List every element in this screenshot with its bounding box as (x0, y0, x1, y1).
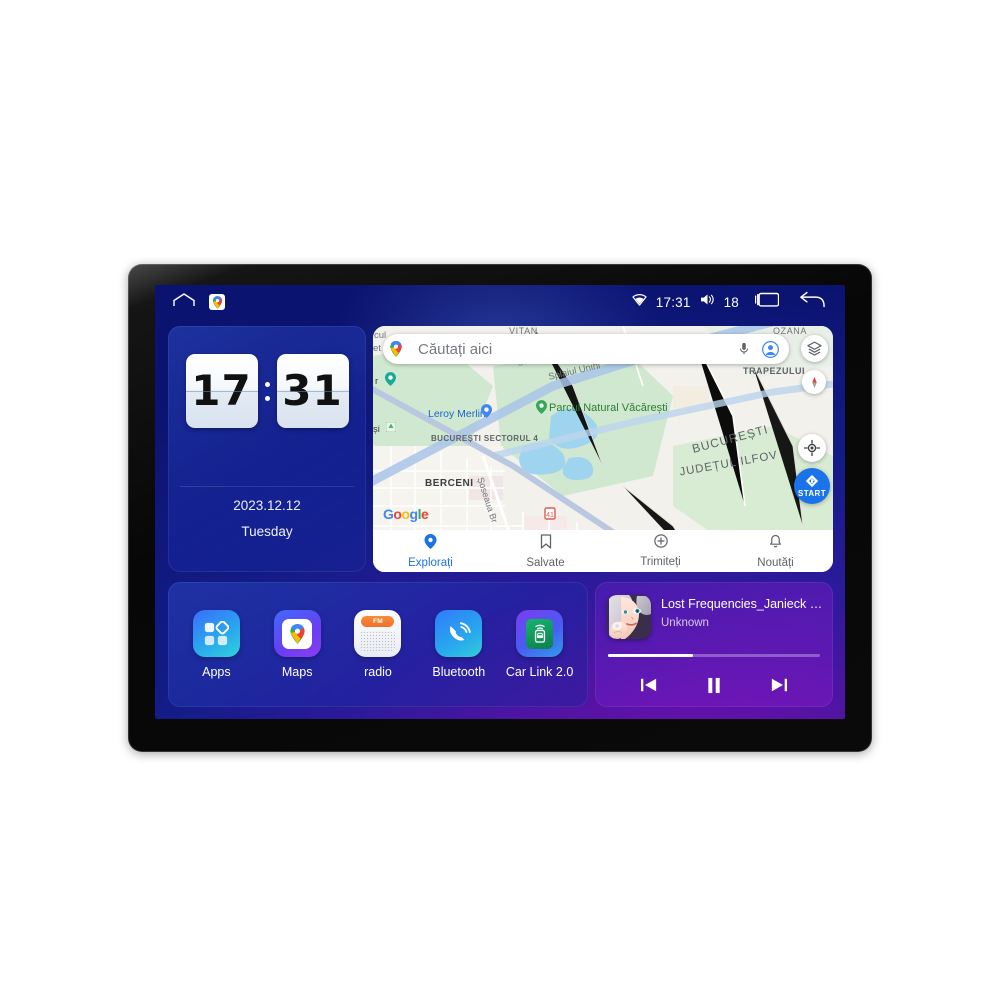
clock-hours-value: 17 (191, 366, 252, 415)
volume-level: 18 (723, 294, 739, 310)
touchscreen[interactable]: 17:31 18 17 31 2023.12.12 Tuesday 41 VIT… (155, 285, 845, 719)
dock-app-bluetooth[interactable]: Bluetooth (422, 610, 496, 679)
google-watermark: Google (383, 506, 429, 522)
media-player-widget[interactable]: Lost Frequencies_Janieck Devy-... Unknow… (595, 582, 833, 707)
layers-icon[interactable] (801, 335, 828, 362)
clock-minutes-value: 31 (282, 366, 343, 415)
album-art (607, 595, 651, 639)
map-nav-updates[interactable]: Noutăți (718, 534, 833, 569)
skip-next-icon[interactable] (764, 672, 794, 698)
contribute-plus-icon (653, 534, 668, 553)
media-progress-bar[interactable] (608, 654, 820, 657)
clock-date: 2023.12.12 (233, 498, 301, 513)
dock-app-radio[interactable]: FM radio (341, 610, 415, 679)
clock-widget[interactable]: 17 31 2023.12.12 Tuesday (168, 326, 366, 572)
dock-app-carlink[interactable]: Car Link 2.0 (503, 610, 577, 679)
bluetooth-phone-icon (435, 610, 483, 657)
back-icon[interactable] (799, 291, 825, 313)
media-controls (595, 670, 833, 700)
dock-app-radio-label: radio (364, 665, 392, 679)
dock-app-maps[interactable]: Maps (260, 610, 334, 679)
apps-grid-icon (192, 610, 240, 657)
fm-badge: FM (361, 616, 395, 627)
my-location-icon[interactable] (798, 434, 826, 462)
bell-icon (769, 534, 782, 554)
head-unit-device: 17:31 18 17 31 2023.12.12 Tuesday 41 VIT… (128, 264, 872, 752)
map-nav-contribute[interactable]: Trimiteți (603, 534, 718, 568)
dock-app-maps-label: Maps (281, 665, 313, 679)
map-nav-explore-label: Explorați (408, 556, 453, 569)
recents-icon[interactable] (754, 291, 780, 313)
clock-colon (264, 381, 270, 401)
clock-weekday: Tuesday (241, 524, 293, 539)
map-search-placeholder[interactable]: Căutați aici (409, 341, 731, 358)
clock-hours: 17 (185, 354, 258, 428)
dock-app-bluetooth-label: Bluetooth (432, 665, 486, 679)
compass-icon[interactable] (802, 370, 826, 394)
google-maps-icon[interactable] (209, 294, 225, 310)
fm-radio-icon: FM (354, 610, 402, 657)
dock-app-apps-label: Apps (202, 665, 231, 679)
account-avatar-icon[interactable] (757, 340, 789, 358)
dock-app-carlink-label: Car Link 2.0 (505, 665, 574, 679)
media-track-artist: Unknown (661, 617, 709, 629)
map-nav-updates-label: Noutăți (757, 556, 794, 569)
wifi-icon (632, 293, 647, 311)
map-bottom-nav[interactable]: Explorați Salvate Trimiteți Noutăți (373, 530, 833, 572)
map-nav-contribute-label: Trimiteți (640, 556, 681, 568)
explore-pin-icon (424, 533, 437, 554)
bookmark-icon (540, 533, 552, 554)
flip-clock: 17 31 (168, 352, 366, 430)
microphone-icon[interactable] (731, 342, 757, 356)
map-search-bar[interactable]: Căutați aici (383, 334, 789, 364)
map-nav-saved[interactable]: Salvate (488, 533, 603, 569)
start-button-label: START (797, 489, 827, 498)
volume-icon[interactable] (700, 293, 715, 311)
start-navigation-button[interactable]: START (794, 468, 830, 504)
google-maps-pin-icon (383, 341, 409, 357)
map-nav-explore[interactable]: Explorați (373, 533, 488, 569)
home-icon[interactable] (173, 292, 195, 312)
clock-minutes: 31 (276, 354, 349, 428)
status-bar: 17:31 18 (155, 285, 845, 319)
google-maps-icon (273, 610, 321, 657)
skip-previous-icon[interactable] (634, 672, 664, 698)
car-link-icon (516, 610, 564, 657)
clock-divider (180, 486, 354, 487)
radio-speaker-grille (360, 631, 396, 651)
map-nav-saved-label: Salvate (526, 556, 565, 569)
status-time: 17:31 (655, 294, 691, 310)
dock-app-apps[interactable]: Apps (179, 610, 253, 679)
media-progress-fill (608, 654, 693, 657)
app-dock: Apps Maps FM radio Bluetooth Car Link 2.… (168, 582, 588, 707)
media-track-title: Lost Frequencies_Janieck Devy-... (661, 597, 825, 611)
map-widget[interactable]: 41 VITAN OZANA TRAPEZULUI BUCUREȘTI JUDE… (373, 326, 833, 572)
pause-icon[interactable] (699, 672, 729, 698)
svg-text:41: 41 (546, 512, 554, 519)
